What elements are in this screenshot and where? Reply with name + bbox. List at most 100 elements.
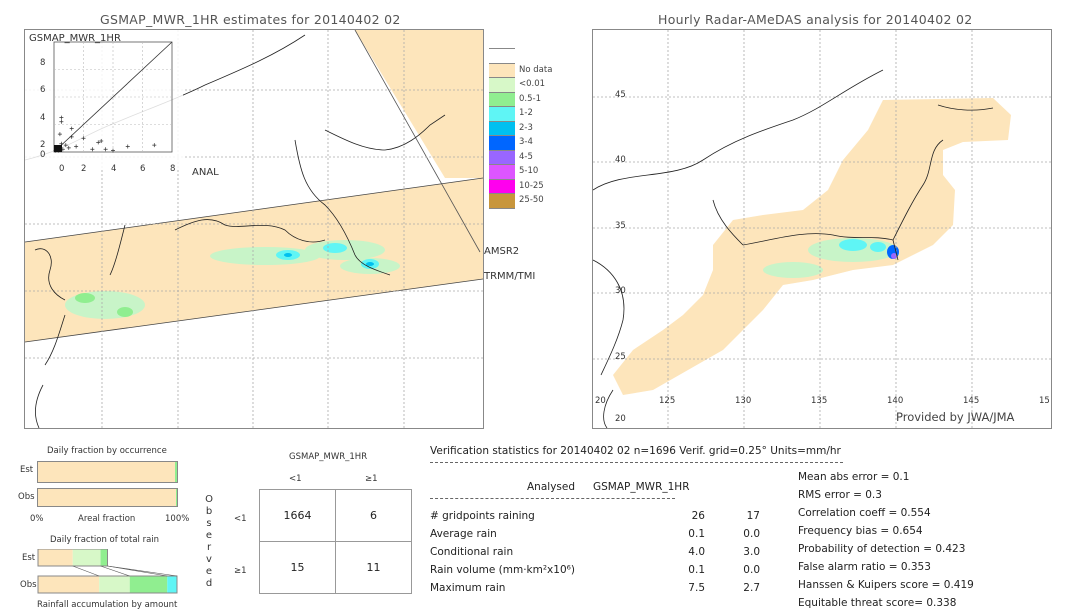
- contingency-cell-hit: 11: [366, 561, 381, 574]
- occurrence-x-right: 100%: [165, 514, 190, 524]
- score-item: False alarm ratio = 0.353: [798, 561, 931, 573]
- divider: [430, 498, 675, 499]
- contingency-col-label: <1: [289, 474, 302, 484]
- total-rain-connectors: [72, 565, 178, 577]
- legend-label: 2-3: [519, 122, 533, 133]
- total-rain-connector: [72, 565, 100, 577]
- legend-swatch: [489, 178, 515, 194]
- lat-label: 40: [615, 155, 626, 165]
- right-map-canvas: [593, 30, 1051, 428]
- occurrence-row-est: Est: [20, 465, 34, 475]
- lon-label: 140: [887, 396, 904, 406]
- score-item: Equitable threat score= 0.338: [798, 597, 957, 609]
- lat-label: 35: [615, 221, 626, 231]
- legend-label: 5-10: [519, 166, 539, 176]
- legend-label: 0.5-1: [519, 93, 541, 104]
- total-rain-segment: [100, 549, 108, 566]
- scatter-dense-cluster: [54, 145, 62, 152]
- occurrence-row-obs: Obs: [18, 492, 35, 502]
- total-rain-row-obs: Obs: [20, 580, 37, 590]
- contingency-row-label: <1: [234, 514, 247, 524]
- occurrence-x-mid: Areal fraction: [78, 514, 136, 524]
- legend-swatch: [489, 62, 515, 78]
- x-tick: 4: [111, 164, 117, 174]
- legend-label: 25-50: [519, 195, 544, 205]
- scatter-x-ticks: 0 2 4 6 8: [25, 164, 185, 176]
- total-rain-segment: [38, 549, 73, 566]
- score-item: Probability of detection = 0.423: [798, 543, 966, 555]
- y-tick: 8: [40, 58, 46, 68]
- col-estimate: GSMAP_MWR_1HR: [593, 481, 690, 493]
- legend-swatch: [489, 91, 515, 107]
- swath-label-tmi: TRMM/TMI: [484, 271, 536, 282]
- score-item: Mean abs error = 0.1: [798, 471, 910, 483]
- total-rain-segment: [167, 576, 177, 593]
- verification-header: Verification statistics for 20140402 02 …: [430, 445, 841, 457]
- row-label: Rain volume (mm·km²x10⁶): [430, 564, 575, 576]
- row-estimate: 2.7: [743, 582, 760, 594]
- occurrence-bar-obs: [37, 488, 178, 507]
- occurrence-x-left: 0%: [30, 514, 44, 524]
- scatter-xlabel: ANAL: [192, 167, 219, 178]
- contingency-grid: 1664 6 15 11: [259, 489, 412, 594]
- contingency-cell-hit-none: 1664: [283, 509, 312, 522]
- x-tick: 8: [170, 164, 176, 174]
- row-label: Maximum rain: [430, 582, 506, 594]
- lat-label: 45: [615, 90, 626, 100]
- total-rain-segment: [129, 576, 168, 593]
- lon-label: 145: [963, 396, 980, 406]
- legend-label: 3-4: [519, 137, 533, 147]
- right-map-title: Hourly Radar-AMeDAS analysis for 2014040…: [658, 12, 973, 27]
- total-rain-est-segments: [37, 549, 108, 567]
- legend-swatch: [489, 120, 515, 136]
- right-map: 45 40 35 30 25 20 20 125 130 135 140 145…: [592, 29, 1052, 429]
- contingency-side-label: Observed: [205, 494, 213, 589]
- total-rain-segment: [99, 576, 130, 593]
- legend-swatch: [489, 106, 515, 121]
- row-estimate: 0.0: [743, 564, 760, 576]
- occurrence-bar-est-rain: [175, 462, 177, 482]
- x-tick: 6: [140, 164, 146, 174]
- divider: [430, 462, 843, 463]
- amsr2-swath: [355, 30, 483, 178]
- total-rain-connector: [107, 565, 178, 577]
- contingency-col-label: ≥1: [365, 474, 378, 484]
- lon-label: 135: [811, 396, 828, 406]
- row-analysed: 7.5: [688, 582, 705, 594]
- occurrence-bar-obs-rain: [176, 489, 177, 506]
- lon-label: 20: [595, 396, 606, 406]
- row-label: # gridpoints raining: [430, 510, 535, 522]
- total-rain-footer: Rainfall accumulation by amount: [37, 600, 178, 610]
- legend-swatch: [489, 77, 515, 92]
- contingency-header: GSMAP_MWR_1HR: [289, 452, 368, 462]
- row-label: Average rain: [430, 528, 497, 540]
- scatter-inset: [25, 30, 183, 168]
- lon-label: 130: [735, 396, 752, 406]
- legend-swatch: [489, 149, 515, 165]
- lon-label: 125: [659, 396, 676, 406]
- total-rain-bars: [37, 549, 178, 594]
- lat-label: 20: [615, 414, 626, 424]
- legend-swatch: [489, 193, 515, 208]
- legend-label: No data: [519, 64, 553, 75]
- row-label: Conditional rain: [430, 546, 514, 558]
- lon-label: 15: [1039, 396, 1050, 406]
- y-tick: 2: [40, 140, 46, 150]
- x-tick: 2: [81, 164, 87, 174]
- left-map-canvas: [25, 30, 483, 428]
- legend-label: 1-2: [519, 108, 533, 118]
- score-item: Hanssen & Kuipers score = 0.419: [798, 579, 974, 591]
- col-analysed: Analysed: [527, 481, 575, 493]
- data-credit: Provided by JWA/JMA: [896, 410, 1015, 424]
- legend-swatch: [489, 48, 515, 63]
- left-map: GSMAP_MWR_1HR 8 6 4 2 0 0 2 4 6 8 ANAL: [24, 29, 484, 429]
- row-analysed: 4.0: [688, 546, 705, 558]
- occurrence-title: Daily fraction by occurrence: [47, 446, 167, 456]
- legend-swatch: [489, 164, 515, 179]
- contingency-row-label: ≥1: [234, 566, 247, 576]
- swath-label-amsr2: AMSR2: [484, 246, 520, 257]
- score-item: Frequency bias = 0.654: [798, 525, 923, 537]
- color-legend: No data <0.01 0.5-1 1-2 2-3 3-4 4-5 5-10 10-25 25…: [489, 48, 559, 209]
- total-rain-segment: [72, 549, 101, 566]
- legend-label: 4-5: [519, 151, 533, 162]
